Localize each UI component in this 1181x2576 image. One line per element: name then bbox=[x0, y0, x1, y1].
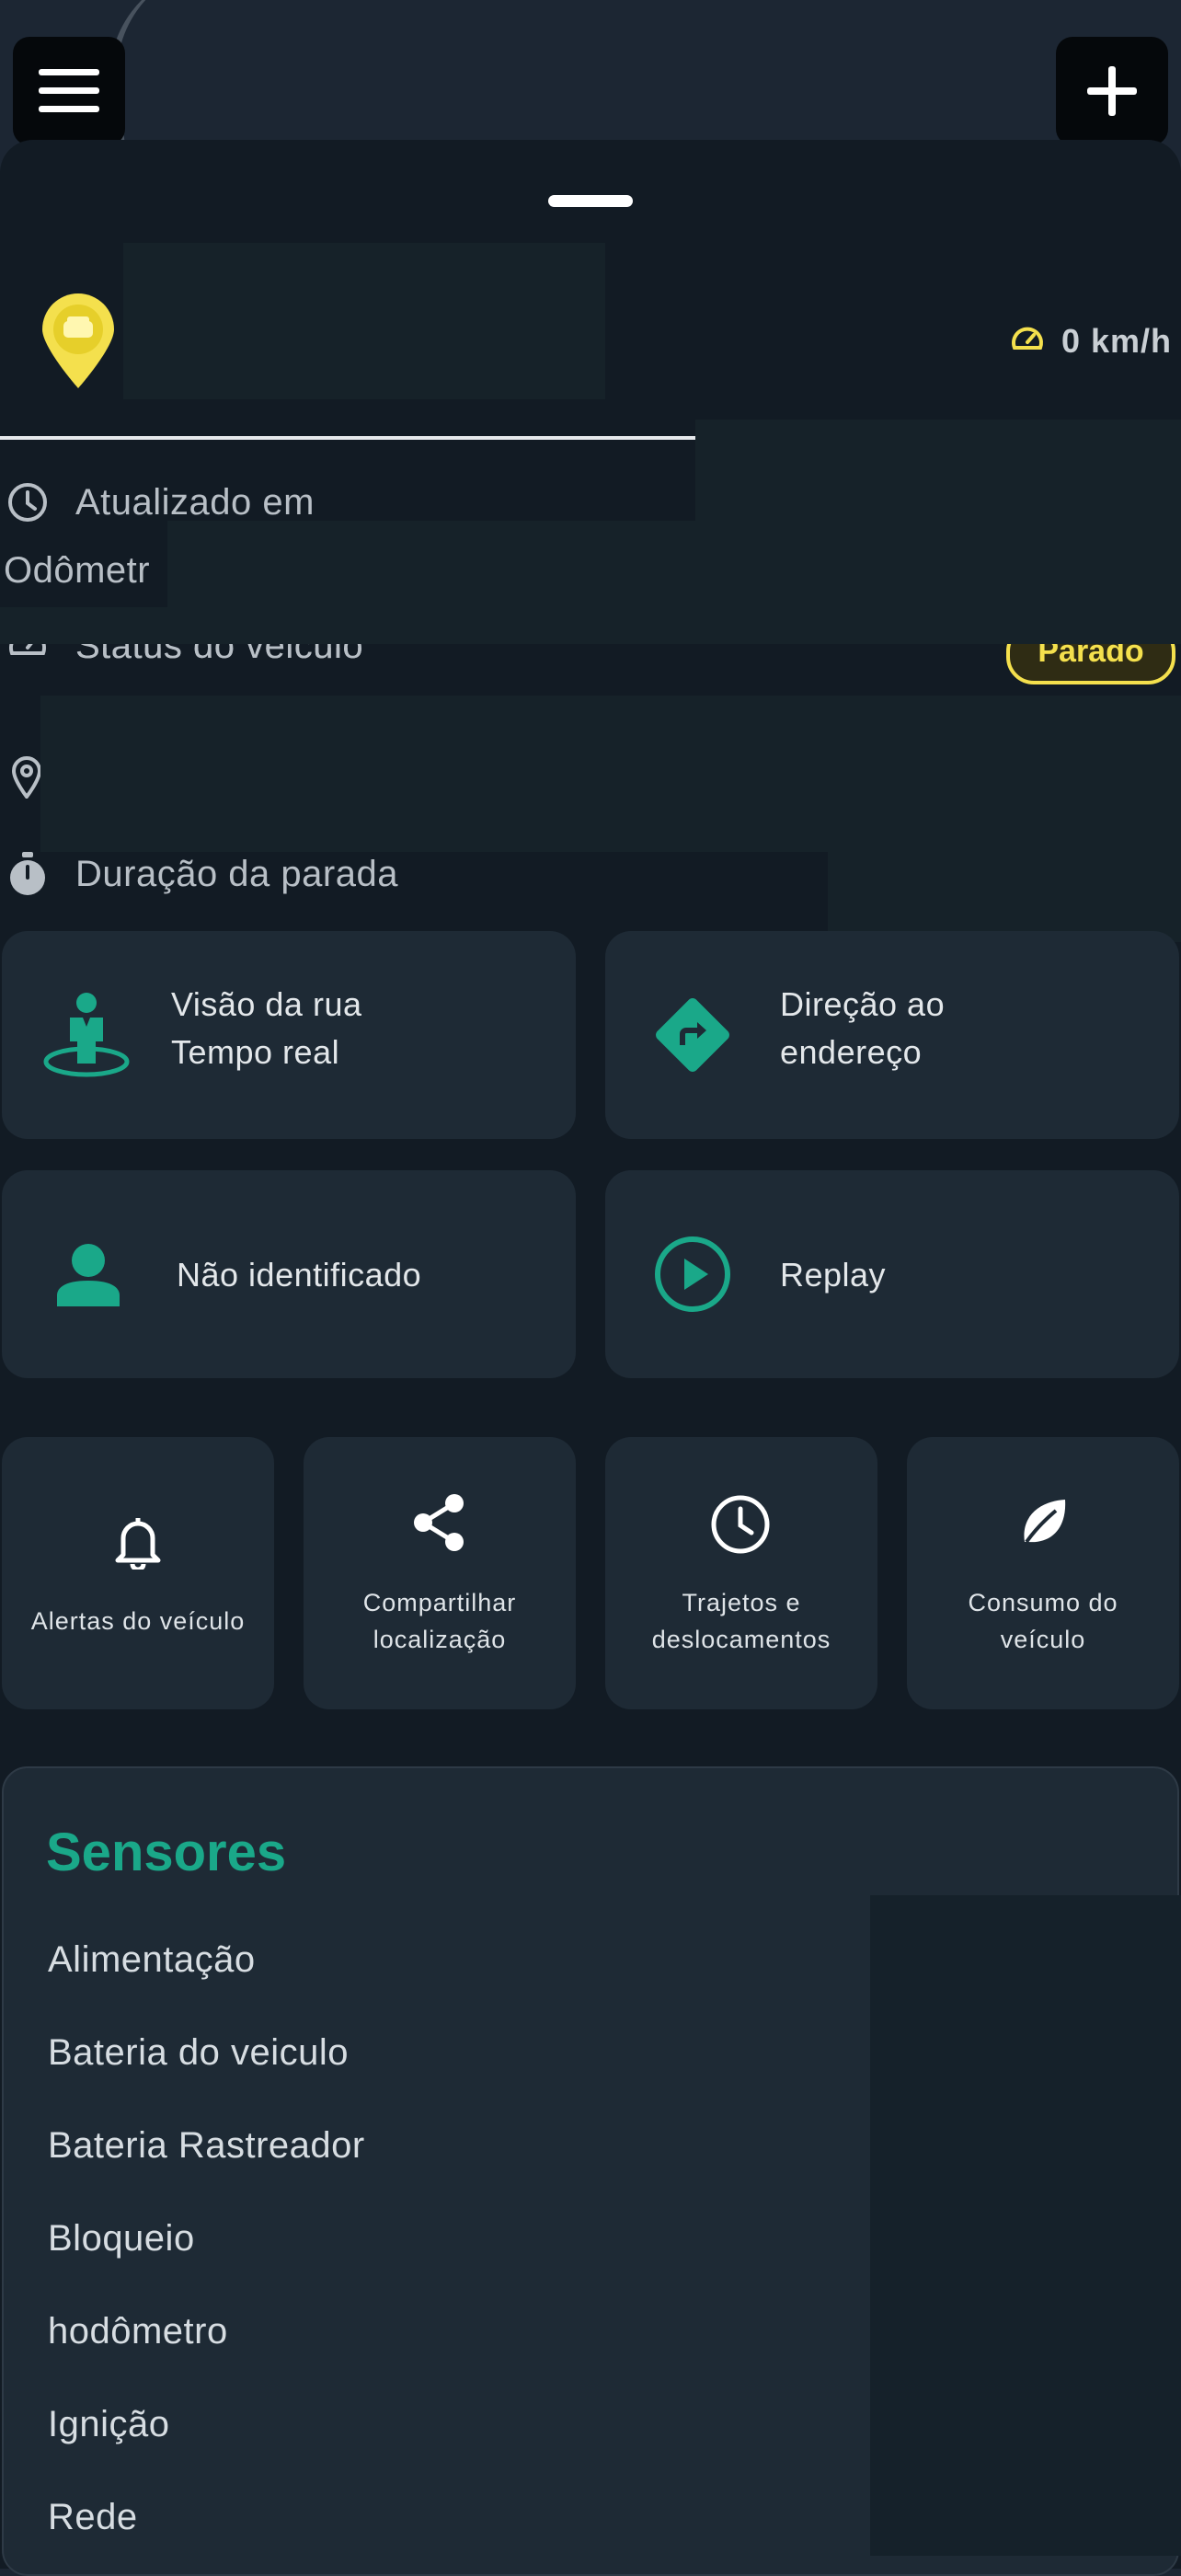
sensor-item[interactable]: Bateria Rastreador bbox=[48, 2125, 365, 2167]
clock-icon bbox=[711, 1495, 770, 1554]
consumption-line1: Consumo do bbox=[968, 1589, 1118, 1616]
speedometer-icon bbox=[1010, 324, 1045, 358]
sensor-item[interactable]: Rede bbox=[48, 2497, 138, 2538]
stop-duration-label: Duração da parada bbox=[75, 854, 398, 894]
driver-label: Não identificado bbox=[177, 1256, 422, 1294]
replay-label: Replay bbox=[780, 1256, 887, 1294]
bell-icon bbox=[115, 1518, 161, 1570]
share-icon bbox=[414, 1494, 464, 1551]
consumption-card[interactable]: Consumo do veículo bbox=[907, 1437, 1179, 1709]
sheet-drag-handle[interactable] bbox=[548, 195, 633, 207]
consumption-line2: veículo bbox=[1000, 1626, 1086, 1653]
vehicle-name-redacted bbox=[123, 243, 605, 399]
street-view-card[interactable]: Visão da rua Tempo real bbox=[2, 931, 576, 1139]
leaf-icon bbox=[1024, 1500, 1066, 1544]
status-overlap-redacted bbox=[0, 607, 1181, 644]
menu-button[interactable] bbox=[13, 37, 125, 145]
sensor-item[interactable]: Ignição bbox=[48, 2404, 169, 2445]
street-view-title: Visão da rua bbox=[171, 985, 362, 1023]
add-button[interactable] bbox=[1056, 37, 1168, 145]
sensor-item[interactable]: Alimentação bbox=[48, 1939, 256, 1981]
updated-label: Atualizado em bbox=[75, 482, 315, 523]
stop-duration-redacted bbox=[828, 852, 1181, 942]
trips-card[interactable]: Trajetos e deslocamentos bbox=[605, 1437, 877, 1709]
directions-subtitle: endereço bbox=[780, 1033, 923, 1071]
sensor-values-redacted bbox=[870, 1895, 1181, 2556]
address-redacted bbox=[40, 696, 1181, 852]
header-divider bbox=[0, 436, 695, 440]
street-view-subtitle: Tempo real bbox=[171, 1033, 340, 1071]
updated-value-redacted bbox=[695, 420, 1181, 523]
sensor-item[interactable]: Bateria do veiculo bbox=[48, 2032, 349, 2074]
stopwatch-icon bbox=[7, 852, 48, 901]
plus-icon bbox=[1087, 66, 1137, 116]
odometer-label: Odômetr bbox=[4, 550, 151, 591]
share-location-card[interactable]: Compartilhar localização bbox=[304, 1437, 576, 1709]
share-line1: Compartilhar bbox=[362, 1589, 517, 1616]
hamburger-menu-icon bbox=[39, 69, 99, 112]
alerts-label: Alertas do veículo bbox=[30, 1607, 246, 1635]
car-pin-icon bbox=[39, 291, 118, 395]
directions-card[interactable]: Direção ao endereço bbox=[605, 931, 1179, 1139]
street-view-person-icon bbox=[43, 993, 130, 1077]
driver-person-icon bbox=[57, 1244, 120, 1306]
driver-card[interactable]: Não identificado bbox=[2, 1170, 576, 1378]
speed-value: 0 km/h bbox=[1061, 322, 1173, 360]
directions-title: Direção ao bbox=[780, 985, 946, 1023]
trips-line2: deslocamentos bbox=[651, 1626, 831, 1653]
play-circle-icon bbox=[655, 1236, 730, 1312]
sensors-title: Sensores bbox=[46, 1823, 287, 1882]
directions-icon bbox=[656, 998, 729, 1072]
location-pin-icon bbox=[11, 756, 42, 803]
share-line2: localização bbox=[373, 1626, 507, 1653]
replay-card[interactable]: Replay bbox=[605, 1170, 1179, 1378]
sensor-item[interactable]: hodômetro bbox=[48, 2311, 228, 2352]
alerts-card[interactable]: Alertas do veículo bbox=[2, 1437, 274, 1709]
trips-line1: Trajetos e bbox=[682, 1589, 801, 1616]
sensor-item[interactable]: Bloqueio bbox=[48, 2218, 195, 2260]
clock-icon bbox=[7, 482, 48, 527]
